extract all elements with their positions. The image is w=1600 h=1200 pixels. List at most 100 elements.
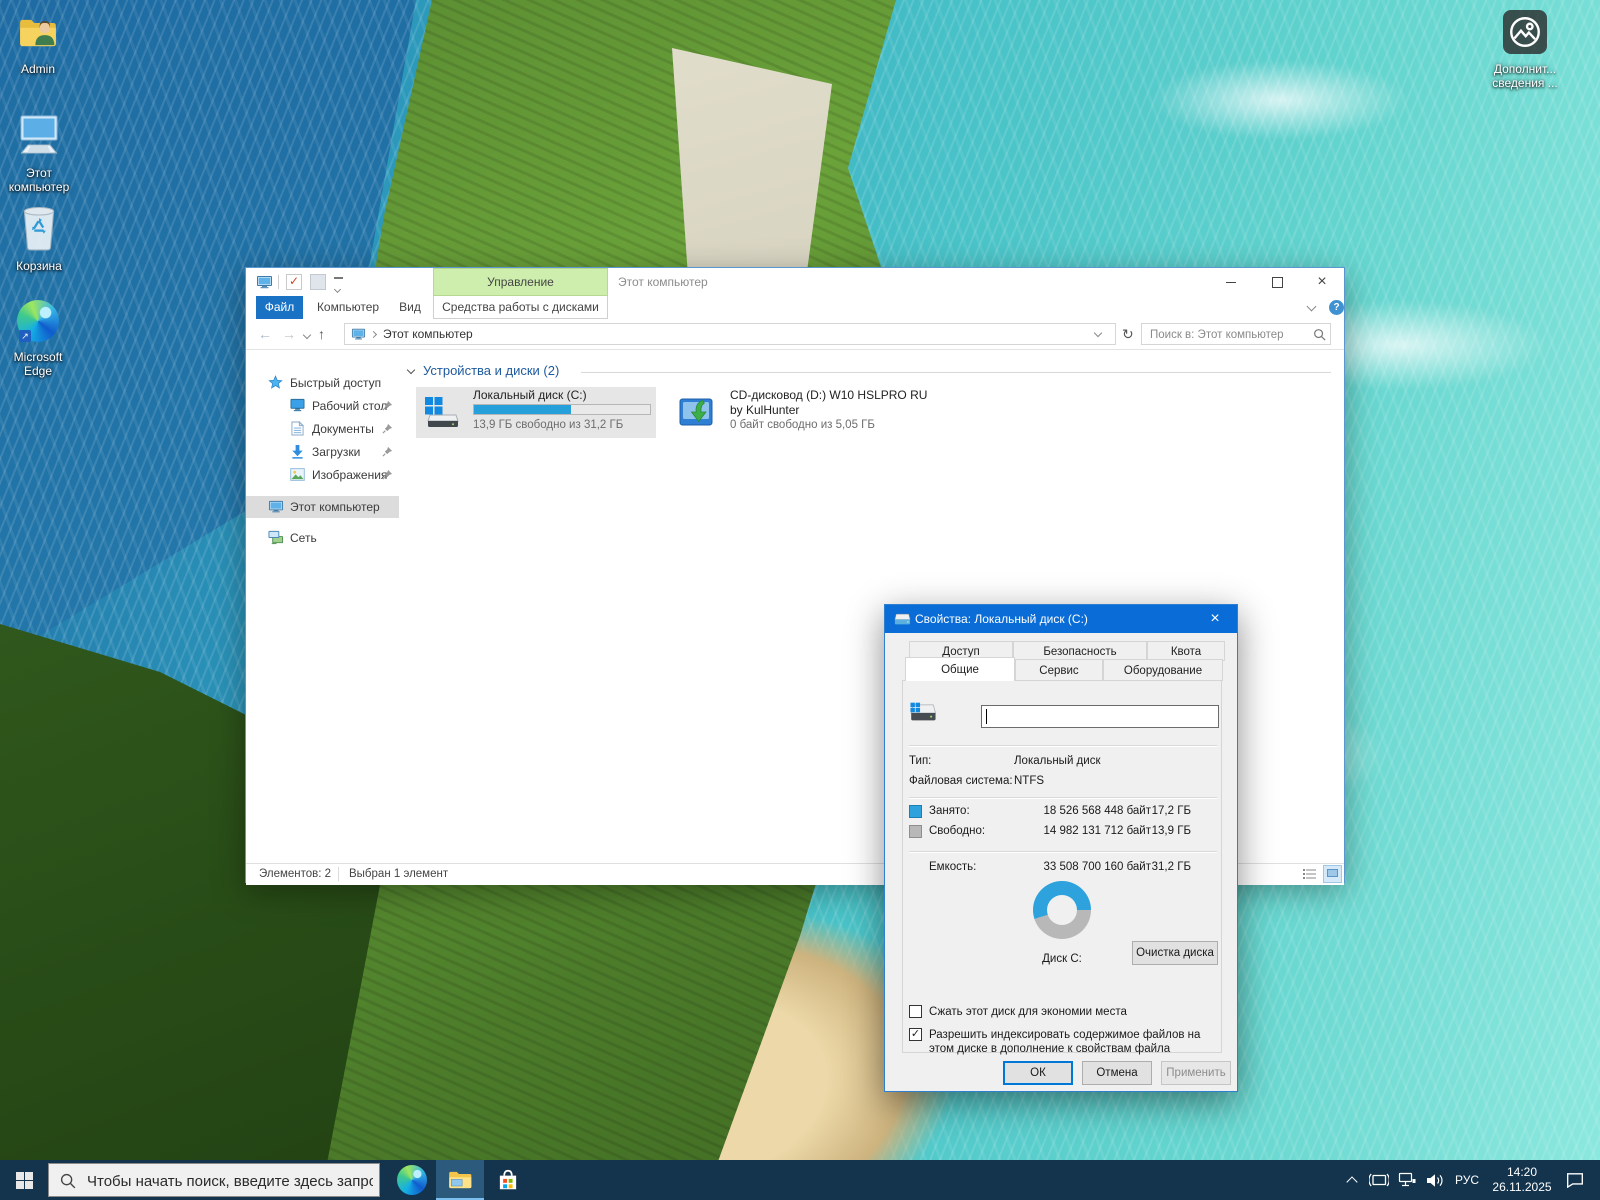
- desktop-icon-info[interactable]: Дополнит... сведения ...: [1482, 10, 1568, 90]
- details-view-icon[interactable]: [1302, 867, 1317, 881]
- forward-icon[interactable]: →: [282, 319, 296, 349]
- tab-file-label: Файл: [265, 300, 295, 314]
- shortcut-arrow-icon: ↗: [19, 330, 31, 342]
- drive-tile-d[interactable]: CD-дисковод (D:) W10 HSLPRO RU by KulHun…: [673, 387, 913, 438]
- this-pc-icon: [256, 274, 273, 290]
- drive-tile-c[interactable]: Локальный диск (C:) 13,9 ГБ свободно из …: [416, 387, 656, 438]
- index-checkbox[interactable]: ✓: [909, 1028, 922, 1041]
- sidebar-item-pictures[interactable]: Изображения: [246, 464, 399, 486]
- drive-icon: [894, 613, 911, 626]
- this-pc-icon: [268, 499, 284, 514]
- desktop-icon-label: Admin: [0, 62, 81, 76]
- sidebar-item-documents[interactable]: Документы: [246, 418, 399, 440]
- search-input[interactable]: [1148, 325, 1310, 345]
- capacity-label: Емкость:: [929, 861, 976, 873]
- taskbar-search[interactable]: [48, 1163, 380, 1197]
- help-icon[interactable]: ?: [1329, 300, 1344, 315]
- taskbar-edge-button[interactable]: [388, 1160, 436, 1200]
- tab-security[interactable]: Безопасность: [1013, 641, 1147, 661]
- tray-language-indicator[interactable]: РУС: [1450, 1160, 1484, 1200]
- tray-connect-icon[interactable]: [1366, 1160, 1392, 1200]
- sidebar-item-downloads[interactable]: Загрузки: [246, 441, 399, 463]
- volume-label-input[interactable]: [981, 705, 1219, 728]
- search-icon[interactable]: [1313, 328, 1326, 341]
- qat-newfolder-icon[interactable]: [310, 274, 326, 290]
- address-box[interactable]: Этот компьютер: [344, 323, 1116, 345]
- tray-clock[interactable]: 14:20 26.11.2025: [1486, 1165, 1558, 1195]
- desktop-icon-this-pc[interactable]: Этот компьютер: [0, 112, 82, 194]
- used-legend-swatch: [909, 805, 922, 818]
- sidebar-item-quick-access[interactable]: Быстрый доступ: [246, 372, 399, 394]
- group-header-label: Устройства и диски (2): [423, 363, 559, 378]
- apply-label: Применить: [1166, 1067, 1225, 1079]
- free-size: 13,9 ГБ: [1139, 825, 1191, 837]
- recent-locations-icon[interactable]: [303, 331, 311, 339]
- ok-button[interactable]: ОК: [1003, 1061, 1073, 1085]
- close-button[interactable]: ×: [1299, 268, 1345, 296]
- cancel-button[interactable]: Отмена: [1082, 1061, 1152, 1085]
- dialog-titlebar[interactable]: Свойства: Локальный диск (C:) ×: [885, 605, 1237, 633]
- ribbon-tabs: Файл Компьютер Вид Средства работы с дис…: [246, 296, 1344, 320]
- tab-view[interactable]: Вид: [390, 296, 430, 319]
- taskbar-explorer-button[interactable]: [436, 1160, 484, 1200]
- separator: [278, 275, 279, 289]
- qat-customize-icon[interactable]: [334, 277, 343, 297]
- capacity-size: 31,2 ГБ: [1139, 861, 1191, 873]
- desktop-icon-label: Microsoft: [0, 350, 81, 364]
- desktop-icon-label: Корзина: [0, 259, 82, 273]
- refresh-icon[interactable]: ↻: [1122, 319, 1134, 349]
- sidebar-item-desktop[interactable]: Рабочий стол: [246, 395, 399, 417]
- sidebar-item-this-pc[interactable]: Этот компьютер: [246, 496, 399, 518]
- pin-icon: [382, 446, 393, 457]
- ribbon-expand-icon[interactable]: [1307, 302, 1317, 312]
- taskbar-search-input[interactable]: [85, 1167, 375, 1195]
- clock-time: 14:20: [1486, 1165, 1558, 1180]
- group-collapse-icon[interactable]: [407, 366, 415, 374]
- tab-hardware[interactable]: Оборудование: [1103, 659, 1223, 681]
- tab-quota[interactable]: Квота: [1147, 641, 1225, 661]
- separator: [909, 797, 1217, 799]
- capacity-bytes: 33 508 700 160 байт: [1005, 861, 1151, 873]
- drive-usage-fill: [474, 405, 571, 414]
- disk-cleanup-button[interactable]: Очистка диска: [1132, 941, 1218, 965]
- tab-file[interactable]: Файл: [256, 296, 303, 319]
- separator: [909, 851, 1217, 853]
- used-bytes: 18 526 568 448 байт: [1005, 805, 1151, 817]
- tray-network-icon[interactable]: [1394, 1160, 1420, 1200]
- tab-general[interactable]: Общие: [905, 657, 1015, 681]
- breadcrumb[interactable]: Этот компьютер: [383, 324, 473, 344]
- maximize-button[interactable]: [1254, 268, 1300, 296]
- thumbnail-view-icon[interactable]: [1323, 865, 1342, 883]
- sidebar-item-label: Изображения: [312, 464, 387, 486]
- desktop-icon-admin[interactable]: Admin: [0, 12, 81, 76]
- tray-volume-icon[interactable]: [1422, 1160, 1450, 1200]
- filesystem-value: NTFS: [1014, 775, 1044, 787]
- status-selection: Выбран 1 элемент: [349, 868, 448, 880]
- search-box[interactable]: [1141, 323, 1331, 345]
- address-dropdown-icon[interactable]: [1094, 329, 1102, 337]
- network-icon: [268, 530, 284, 545]
- explorer-titlebar[interactable]: ✓ Управление Этот компьютер ×: [246, 268, 1344, 296]
- desktop-icon-recycle-bin[interactable]: Корзина: [0, 205, 82, 273]
- taskbar-store-button[interactable]: [484, 1160, 532, 1200]
- tab-disk-tools[interactable]: Средства работы с дисками: [433, 296, 608, 319]
- start-button[interactable]: [0, 1160, 48, 1200]
- drive-free-space: 0 байт свободно из 5,05 ГБ: [730, 419, 875, 431]
- up-icon[interactable]: ↑: [318, 319, 325, 349]
- tab-service[interactable]: Сервис: [1015, 659, 1103, 681]
- desktop-icon-edge[interactable]: ↗ Microsoft Edge: [0, 300, 81, 378]
- apply-button[interactable]: Применить: [1161, 1061, 1231, 1085]
- minimize-button[interactable]: [1208, 268, 1254, 296]
- qat-properties-icon[interactable]: ✓: [286, 274, 302, 290]
- donut-chart-label: Диск C:: [1005, 953, 1119, 965]
- ribbon-tab-manage[interactable]: Управление: [433, 268, 608, 296]
- back-icon[interactable]: ←: [258, 319, 272, 349]
- sidebar-item-network[interactable]: Сеть: [246, 527, 399, 549]
- dialog-close-icon[interactable]: ×: [1193, 605, 1237, 633]
- used-size: 17,2 ГБ: [1139, 805, 1191, 817]
- tab-computer[interactable]: Компьютер: [310, 296, 386, 319]
- sidebar-item-label: Сеть: [290, 527, 317, 549]
- tray-show-hidden-icons[interactable]: [1342, 1160, 1364, 1200]
- compress-checkbox[interactable]: [909, 1005, 922, 1018]
- tray-action-center[interactable]: [1560, 1160, 1592, 1200]
